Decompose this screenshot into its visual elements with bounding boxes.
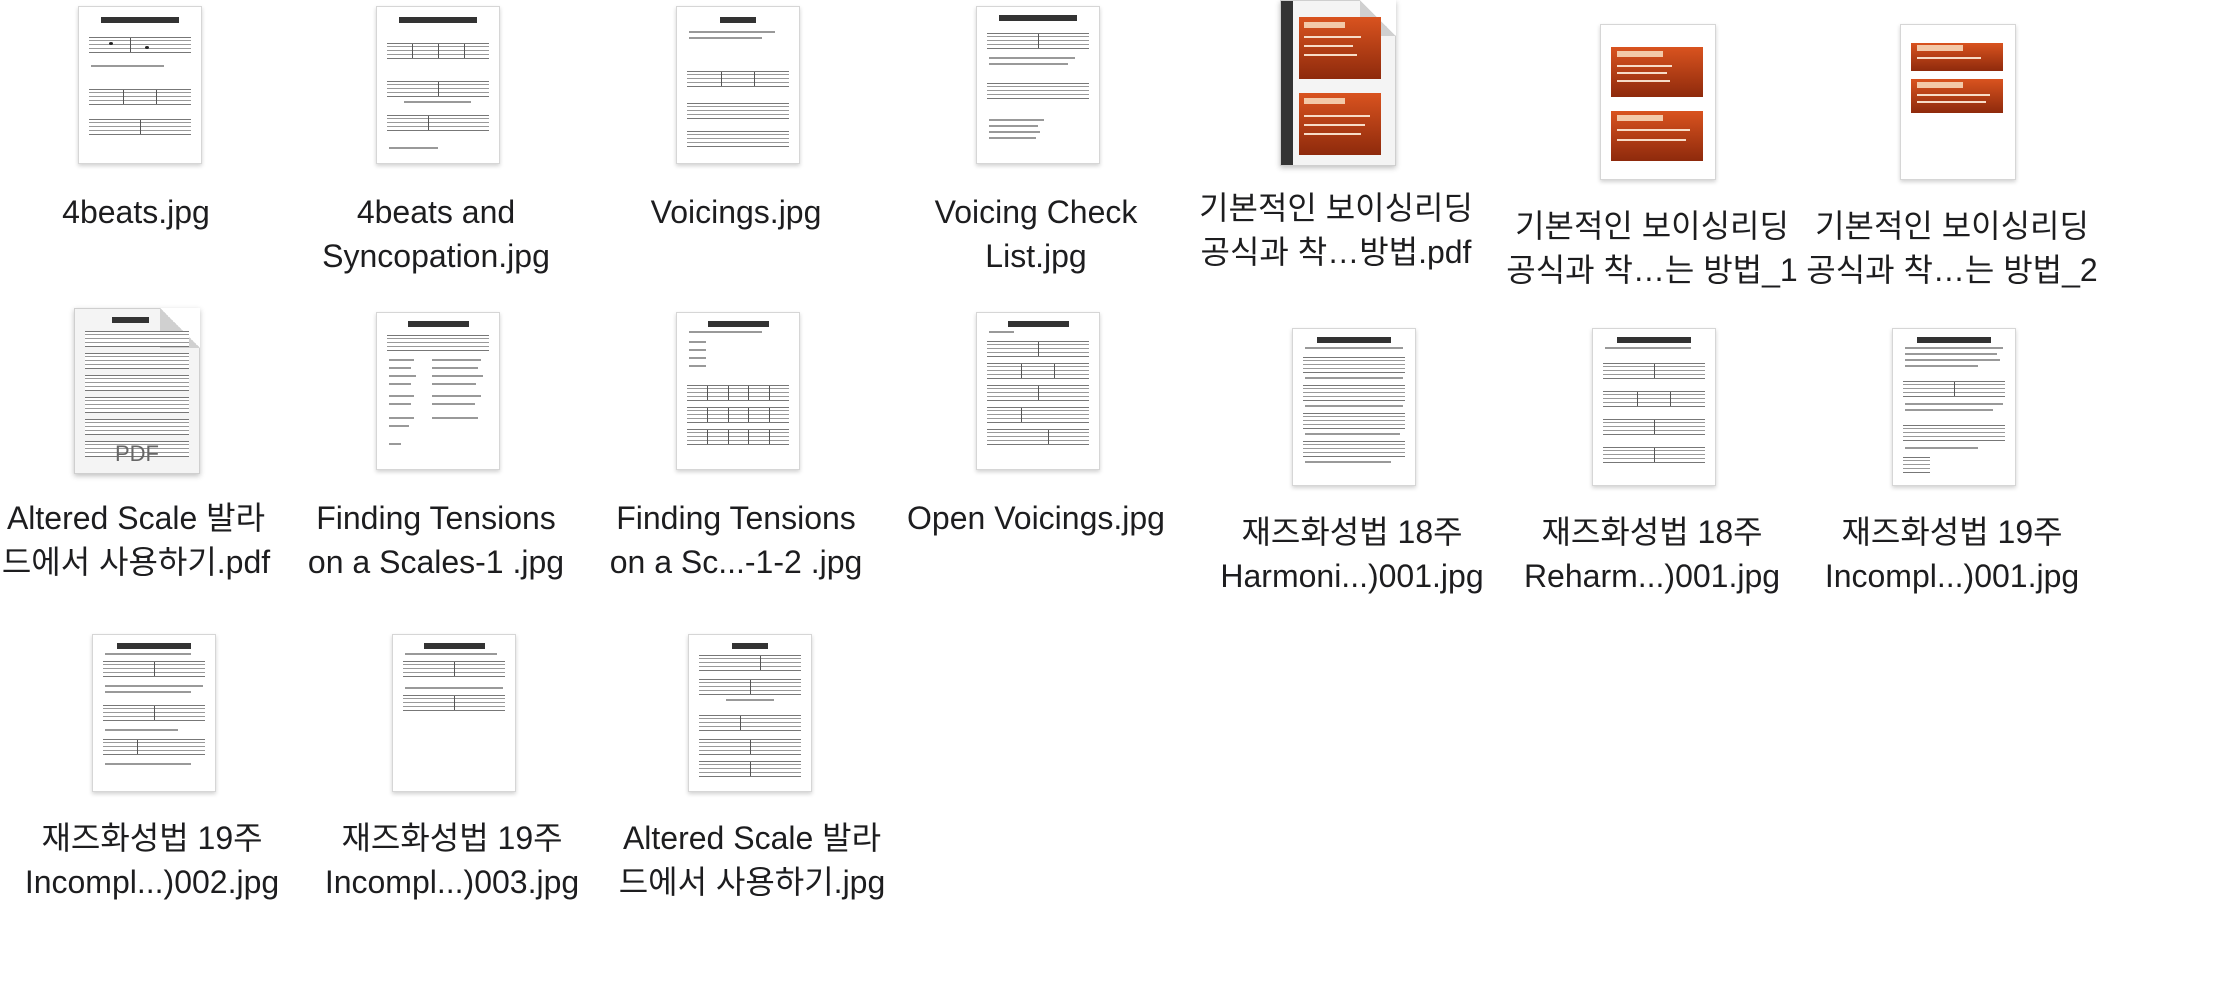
file-name: 재즈화성법 19주 Incompl...)001.jpg: [1824, 514, 2080, 594]
file-item[interactable]: 기본적인 보이싱리딩 공식과 착…는 방법_1: [1502, 0, 1802, 300]
file-name: 4beats.jpg: [62, 194, 210, 230]
file-name: Voicings.jpg: [650, 194, 822, 230]
pdf-icon: PDF: [74, 308, 200, 474]
file-name: 재즈화성법 18주 Reharm...)001.jpg: [1523, 514, 1781, 594]
file-item[interactable]: 재즈화성법 19주 Incompl...)002.jpg: [2, 626, 302, 916]
pdf-slides-icon: [1280, 0, 1396, 166]
sheet-music-icon: [976, 6, 1100, 164]
file-item[interactable]: 재즈화성법 19주 Incompl...)003.jpg: [302, 626, 602, 916]
file-name: Finding Tensions on a Scales-1 .jpg: [307, 500, 565, 580]
slides-icon: [1900, 24, 2016, 180]
sheet-music-icon: [976, 312, 1100, 470]
sheet-music-icon: [392, 634, 516, 792]
file-item[interactable]: Voicing Check List.jpg: [886, 0, 1186, 290]
file-name: 재즈화성법 19주 Incompl...)002.jpg: [24, 820, 280, 900]
sheet-music-icon: [676, 312, 800, 470]
file-item[interactable]: Open Voicings.jpg: [886, 306, 1186, 596]
file-item[interactable]: Finding Tensions on a Sc...-1-2 .jpg: [586, 306, 886, 596]
file-name: 기본적인 보이싱리딩 공식과 착…방법.pdf: [1199, 190, 1473, 270]
file-item[interactable]: 재즈화성법 18주 Reharm...)001.jpg: [1502, 306, 1802, 606]
file-name: Altered Scale 발라 드에서 사용하기.pdf: [1, 500, 271, 580]
file-name: Altered Scale 발라 드에서 사용하기.jpg: [618, 820, 886, 900]
file-name: 4beats and Syncopation.jpg: [322, 194, 550, 274]
file-name: Finding Tensions on a Sc...-1-2 .jpg: [609, 500, 863, 580]
file-item[interactable]: PDF Altered Scale 발라 드에서 사용하기.pdf: [0, 306, 286, 596]
file-name: 기본적인 보이싱리딩 공식과 착…는 방법_1: [1506, 208, 1798, 288]
file-name: Voicing Check List.jpg: [934, 194, 1138, 274]
sheet-music-icon: [676, 6, 800, 164]
file-item[interactable]: 4beats.jpg: [0, 0, 286, 290]
sheet-music-icon: [1292, 328, 1416, 486]
file-item[interactable]: Altered Scale 발라 드에서 사용하기.jpg: [602, 626, 902, 916]
file-name: 기본적인 보이싱리딩 공식과 착…는 방법_2: [1806, 208, 2098, 288]
file-name: 재즈화성법 19주 Incompl...)003.jpg: [324, 820, 580, 900]
pdf-badge: PDF: [115, 441, 159, 466]
sheet-music-icon: [1892, 328, 2016, 486]
file-item[interactable]: Finding Tensions on a Scales-1 .jpg: [286, 306, 586, 596]
sheet-music-icon: [376, 6, 500, 164]
sheet-music-icon: [78, 6, 202, 164]
file-item[interactable]: 4beats and Syncopation.jpg: [286, 0, 586, 290]
file-item[interactable]: 기본적인 보이싱리딩 공식과 착…방법.pdf: [1186, 0, 1486, 290]
file-item[interactable]: 재즈화성법 18주 Harmoni...)001.jpg: [1202, 306, 1502, 606]
file-name: 재즈화성법 18주 Harmoni...)001.jpg: [1220, 514, 1484, 594]
sheet-music-icon: [92, 634, 216, 792]
sheet-music-icon: [376, 312, 500, 470]
file-name: Open Voicings.jpg: [907, 500, 1165, 536]
sheet-music-icon: [1592, 328, 1716, 486]
sheet-music-icon: [688, 634, 812, 792]
file-item[interactable]: Voicings.jpg: [586, 0, 886, 290]
slides-icon: [1600, 24, 1716, 180]
file-item[interactable]: 기본적인 보이싱리딩 공식과 착…는 방법_2: [1802, 0, 2102, 300]
file-item[interactable]: 재즈화성법 19주 Incompl...)001.jpg: [1802, 306, 2102, 606]
